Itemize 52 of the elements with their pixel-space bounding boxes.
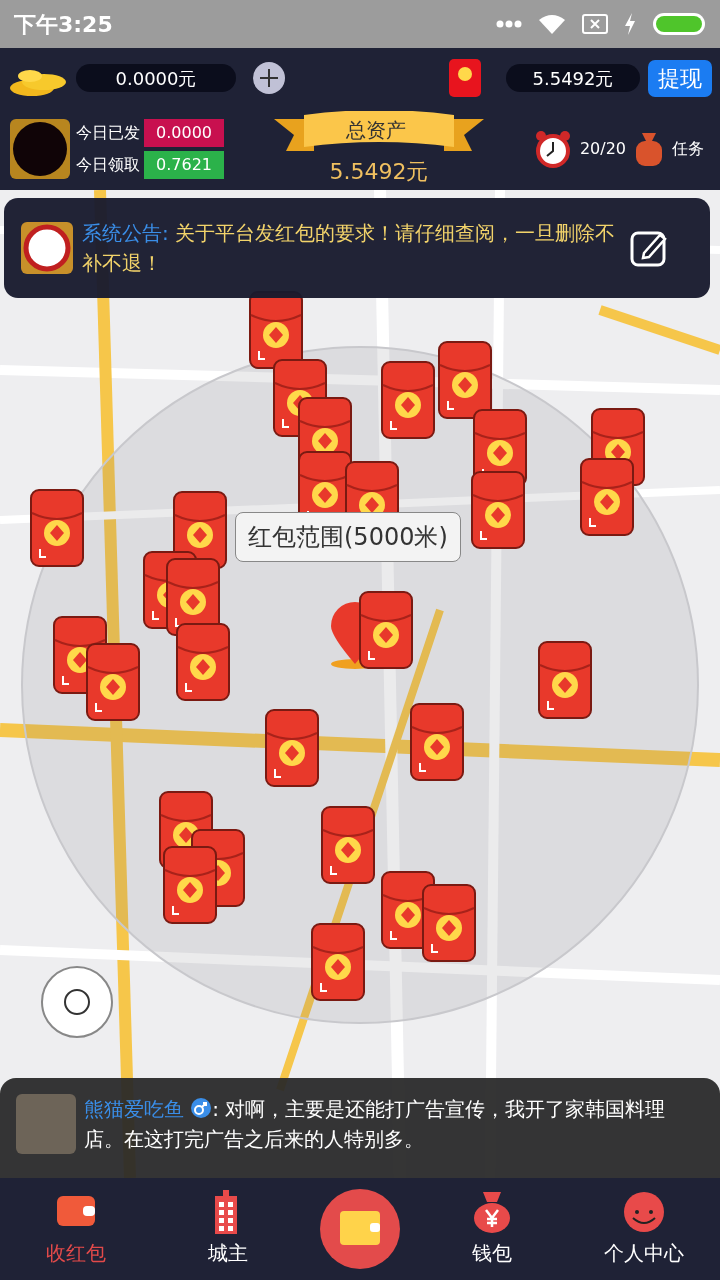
envelope-icon [176, 623, 230, 701]
nav-tab[interactable]: 收红包 [16, 1189, 136, 1269]
money-bag-icon[interactable] [634, 131, 664, 167]
envelope-icon [265, 709, 319, 787]
wifi-icon [538, 13, 566, 35]
nav-tab[interactable]: 城主 [168, 1189, 288, 1269]
sim-icon [582, 14, 608, 34]
avatar-frame [8, 117, 72, 181]
envelope-icon [448, 58, 482, 98]
today-received-label: 今日领取 [76, 154, 140, 176]
envelope-icon [311, 923, 365, 1001]
envelope-icon [163, 846, 217, 924]
seal-badge-icon [20, 221, 74, 275]
locate-icon[interactable] [40, 965, 114, 1039]
smiley-face-icon [623, 1190, 665, 1234]
envelope-icon [30, 489, 84, 567]
withdraw-button[interactable]: 提现 [648, 59, 712, 97]
envelope-icon [321, 806, 375, 884]
nav-tab[interactable]: 个人中心 [584, 1189, 704, 1269]
money-bag-icon [471, 1190, 513, 1234]
user-avatar-photo [16, 1094, 76, 1154]
notice-text[interactable]: 系统公告: 关于平台发红包的要求！请仔细查阅，一旦删除不补不退！ [82, 218, 622, 278]
envelope-icon [86, 643, 140, 721]
total-assets-value: 5.5492元 [329, 157, 429, 186]
envelope-icon [580, 458, 634, 536]
nav-tab[interactable]: 钱包 [432, 1189, 552, 1269]
timer-count: 20/20 [579, 138, 626, 160]
edit-icon[interactable] [630, 229, 668, 267]
envelope-icon [359, 591, 413, 669]
envelope-icon [410, 703, 464, 781]
today-received-value: 0.7621 [144, 151, 224, 179]
today-sent-value: 0.0000 [144, 119, 224, 147]
plus-icon[interactable] [252, 61, 286, 95]
total-assets-label: 总资产 [345, 116, 406, 144]
alarm-clock-icon [533, 130, 572, 168]
more-dots-icon [496, 20, 522, 28]
tasks-label[interactable]: 任务 [672, 137, 704, 161]
chat-message: 熊猫爱吃鱼 : 对啊，主要是还能打广告宣传，我开了家韩国料理店。在这打完广告之后来的人特别多。 [84, 1096, 667, 1153]
balance: 5.5492元 [506, 64, 640, 92]
envelope-icon [438, 341, 492, 419]
status-time: 下午3:25 [14, 10, 113, 39]
envelope-icon [471, 471, 525, 549]
charging-icon [624, 13, 636, 35]
wallet-button[interactable] [320, 1189, 400, 1269]
today-sent-label: 今日已发 [76, 122, 140, 144]
coin-balance: 0.0000元 [76, 64, 236, 92]
envelope-icon [422, 884, 476, 962]
range-tooltip: 红包范围(5000米) [235, 512, 461, 562]
male-sign-icon [190, 1097, 213, 1119]
envelope-icon [538, 641, 592, 719]
battery-icon [652, 12, 706, 36]
envelope-icon [381, 361, 435, 439]
